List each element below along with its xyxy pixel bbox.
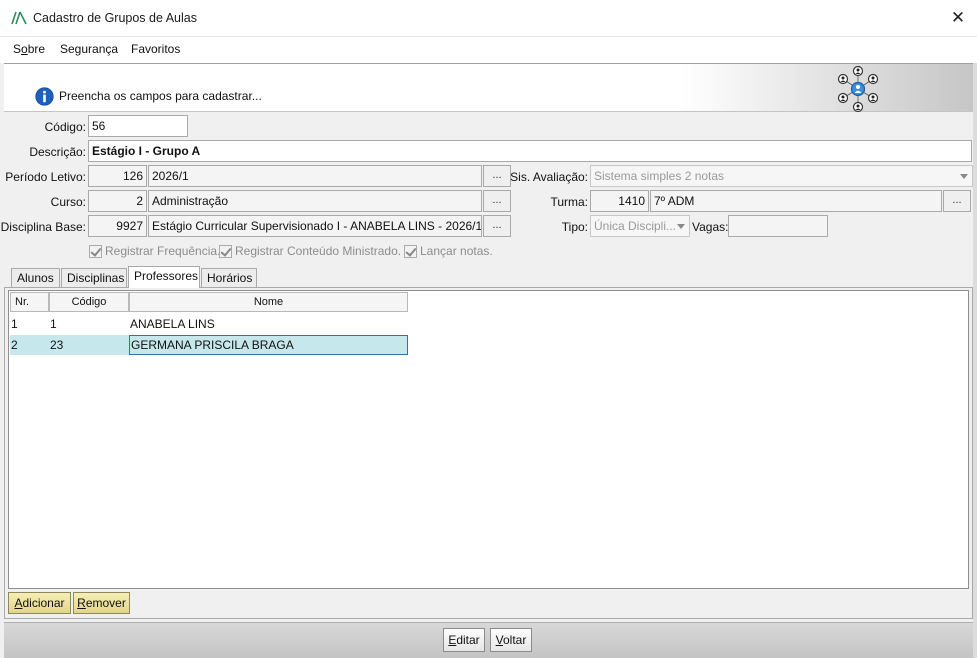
periodo-label: Período Letivo: <box>5 170 86 184</box>
people-network-icon <box>837 65 879 113</box>
info-icon <box>35 87 54 106</box>
registrar-conteudo-checkbox[interactable]: Registrar Conteúdo Ministrado. <box>219 244 401 258</box>
window-title: Cadastro de Grupos de Aulas <box>33 11 197 25</box>
checkbox-checked-icon <box>219 244 232 258</box>
checkbox-checked-icon <box>89 244 102 258</box>
professores-grid[interactable]: Nr. Código Nome 1 1 ANABELA LINS 2 23 GE… <box>8 290 969 589</box>
info-message: Preencha os campos para cadastrar... <box>59 89 262 103</box>
turma-code-field[interactable]: 1410 <box>590 190 649 212</box>
cell-nome-focused[interactable]: GERMANA PRISCILA BRAGA <box>129 335 408 355</box>
cell-nr: 1 <box>11 317 18 331</box>
cell-nr: 2 <box>11 338 18 352</box>
close-icon: ✕ <box>950 8 966 27</box>
chevron-down-icon <box>677 224 685 229</box>
tab-professores[interactable]: Professores <box>128 266 200 288</box>
codigo-label: Código: <box>44 120 86 134</box>
footer-bar <box>4 622 973 658</box>
disciplina-name-field[interactable]: Estágio Curricular Supervisionado I - AN… <box>148 215 482 237</box>
adicionar-button[interactable]: Adicionar <box>8 592 71 614</box>
tipo-value: Única Discipli... <box>594 219 677 233</box>
vagas-label: Vagas: <box>692 220 729 234</box>
descricao-field[interactable]: Estágio I - Grupo A <box>88 140 972 162</box>
cell-codigo: 23 <box>50 338 64 352</box>
window-edge <box>973 63 977 658</box>
registrar-frequencia-checkbox[interactable]: Registrar Frequência. <box>89 244 220 258</box>
voltar-button[interactable]: Voltar <box>490 628 532 652</box>
sis-avaliacao-select[interactable]: Sistema simples 2 notas <box>590 165 973 187</box>
column-header-nome[interactable]: Nome <box>129 292 408 312</box>
tab-alunos[interactable]: Alunos <box>11 268 60 287</box>
tab-horarios[interactable]: Horários <box>201 268 257 287</box>
cell-codigo: 1 <box>50 317 57 331</box>
remover-button[interactable]: Remover <box>73 592 130 614</box>
cell-nome: ANABELA LINS <box>130 317 215 331</box>
app-logo-icon <box>11 11 27 25</box>
tab-disciplinas[interactable]: Disciplinas <box>61 268 127 287</box>
turma-lookup-button[interactable]: ... <box>943 190 971 212</box>
sis-avaliacao-value: Sistema simples 2 notas <box>594 169 725 183</box>
menu-sobre[interactable]: Sobre <box>13 42 45 56</box>
editar-button[interactable]: Editar <box>443 628 485 652</box>
disciplina-label: Disciplina Base: <box>0 220 86 234</box>
info-banner: Preencha os campos para cadastrar... <box>4 63 973 113</box>
column-header-codigo[interactable]: Código <box>49 292 129 312</box>
curso-label: Curso: <box>50 195 86 209</box>
sis-avaliacao-label: Sis. Avaliação: <box>510 170 588 184</box>
vagas-field[interactable] <box>728 215 828 237</box>
menu-seguranca[interactable]: Segurança <box>60 42 118 56</box>
column-header-nr[interactable]: Nr. <box>10 292 49 312</box>
disciplina-code-field[interactable]: 9927 <box>88 215 147 237</box>
periodo-name-field[interactable]: 2026/1 <box>148 165 482 187</box>
menu-favoritos[interactable]: Favoritos <box>131 42 180 56</box>
title-bar: Cadastro de Grupos de Aulas ✕ <box>0 0 977 37</box>
turma-label: Turma: <box>550 195 588 209</box>
curso-name-field[interactable]: Administração <box>148 190 482 212</box>
menu-bar: Sobre Segurança Favoritos <box>0 37 977 63</box>
checkbox-checked-icon <box>404 244 417 258</box>
descricao-label: Descrição: <box>29 145 86 159</box>
periodo-code-field[interactable]: 126 <box>88 165 147 187</box>
codigo-field[interactable]: 56 <box>88 115 188 137</box>
tipo-select[interactable]: Única Discipli... <box>590 215 690 237</box>
chevron-down-icon <box>960 174 968 179</box>
close-button[interactable]: ✕ <box>944 6 972 30</box>
curso-code-field[interactable]: 2 <box>88 190 147 212</box>
tipo-label: Tipo: <box>561 220 588 234</box>
lancar-notas-checkbox[interactable]: Lançar notas. <box>404 244 493 258</box>
turma-name-field[interactable]: 7º ADM <box>650 190 942 212</box>
